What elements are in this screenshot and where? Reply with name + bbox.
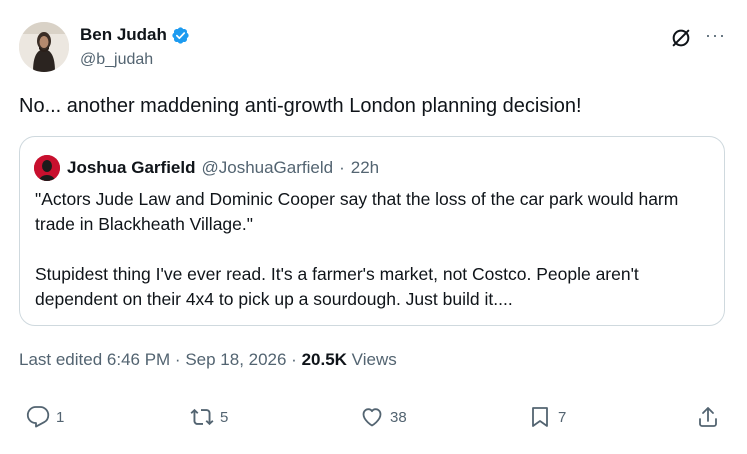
tweet: Ben Judah @b_judah ··· No... another mad… [0,0,747,454]
share-button[interactable] [696,405,726,429]
quoted-time: 22h [350,158,380,177]
like-count: 38 [390,408,407,426]
quoted-tweet-header: Joshua Garfield @JoshuaGarfield · 22h [34,155,379,181]
tweet-meta: Last edited 6:46 PM · Sep 18, 2026 · 20.… [19,349,397,371]
quoted-author-avatar [34,155,60,181]
author-handle[interactable]: @b_judah [80,49,153,71]
views-label: Views [346,350,397,369]
repost-button[interactable]: 5 [190,405,228,429]
author-name[interactable]: Ben Judah [80,24,167,46]
more-options-icon[interactable]: ··· [705,24,726,46]
views-count: 20.5K [301,350,347,369]
share-icon [699,407,717,427]
action-bar: 1 5 38 7 [0,405,747,445]
tweet-text: No... another maddening anti-growth Lond… [19,95,582,117]
quoted-separator: · [339,158,345,177]
bookmark-count: 7 [558,408,567,426]
grok-icon[interactable] [670,27,692,49]
repost-count: 5 [220,408,229,426]
quoted-author-name: Joshua Garfield [67,158,196,177]
author-avatar[interactable] [19,22,69,72]
reply-count: 1 [56,408,65,426]
author-name-row: Ben Judah [80,24,190,46]
reply-icon [26,406,50,428]
edited-timestamp[interactable]: Last edited 6:46 PM · Sep 18, 2026 · [19,350,302,369]
heart-icon [362,408,382,427]
quoted-tweet-text: "Actors Jude Law and Dominic Cooper say … [35,189,679,309]
quoted-tweet[interactable]: Joshua Garfield @JoshuaGarfield · 22h "A… [19,136,725,326]
quoted-author-handle: @JoshuaGarfield [201,158,334,177]
like-button[interactable]: 38 [360,405,407,429]
verified-badge-icon [172,26,189,44]
bookmark-icon [532,407,548,427]
bookmark-button[interactable]: 7 [528,405,566,429]
repost-icon [190,408,214,426]
reply-button[interactable]: 1 [26,405,64,429]
